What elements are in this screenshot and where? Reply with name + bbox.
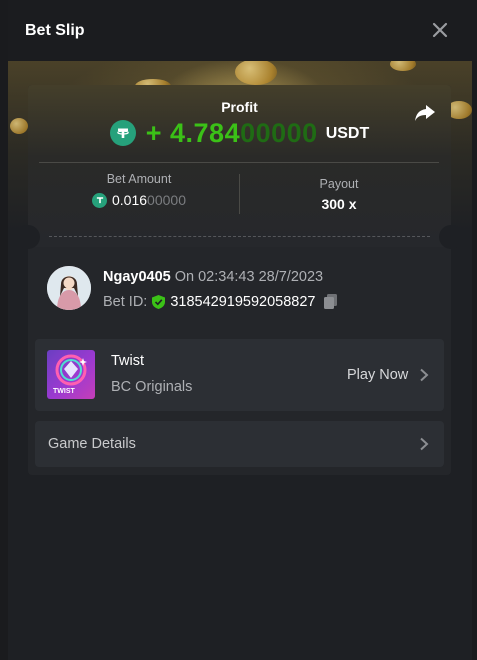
bet-amount-trailing: 00000 — [147, 192, 186, 208]
game-thumb-label: TWIST — [53, 388, 75, 395]
profit-amount: + 4.78400000 USDT — [28, 117, 451, 149]
ticket-perforation — [49, 236, 430, 237]
verified-shield-icon — [152, 294, 166, 309]
game-details-row[interactable]: Game Details — [35, 421, 444, 467]
user-line: Ngay0405 On 02:34:43 28/7/2023 — [103, 269, 323, 285]
profit-currency: USDT — [325, 125, 370, 142]
close-button[interactable] — [430, 20, 450, 40]
usdt-icon — [109, 120, 136, 146]
bet-user-info: Ngay0405 On 02:34:43 28/7/2023 Bet ID: 3… — [47, 266, 437, 314]
background-page-left — [0, 0, 8, 660]
usdt-icon — [92, 192, 107, 208]
profit-value-main: 4.784 — [170, 117, 241, 148]
game-thumbnail: TWIST — [47, 350, 95, 399]
avatar[interactable] — [47, 266, 91, 310]
background-page-right — [472, 0, 477, 660]
bet-amount-value: 0.01600000 — [112, 192, 186, 208]
ticket-notch-left — [16, 225, 40, 249]
payout-value: 300 x — [321, 196, 357, 212]
profit-value-trailing: 00000 — [240, 117, 318, 148]
ticket-notch-right — [439, 225, 463, 249]
payout-stat: Payout 300 x — [239, 177, 439, 212]
copy-icon[interactable] — [323, 293, 338, 310]
close-icon — [432, 22, 448, 38]
coin-decoration — [390, 61, 416, 71]
modal-header: Bet Slip — [8, 0, 477, 61]
chevron-right-icon — [420, 437, 429, 451]
modal-title: Bet Slip — [25, 22, 85, 39]
play-now-button[interactable]: Play Now — [347, 367, 408, 383]
bet-amount-label: Bet Amount — [106, 172, 172, 186]
game-row[interactable]: TWIST Twist BC Originals Play Now — [35, 339, 444, 411]
bet-amount-stat: Bet Amount 0.01600000 — [39, 172, 239, 208]
game-details-label: Game Details — [48, 436, 136, 452]
bet-id-row: Bet ID: 318542919592058827 — [103, 293, 338, 310]
username[interactable]: Ngay0405 — [103, 269, 171, 285]
game-name: Twist — [111, 353, 145, 369]
game-provider: BC Originals — [111, 379, 193, 395]
payout-label: Payout — [319, 177, 359, 191]
profit-sign: + — [145, 117, 171, 148]
divider — [39, 162, 439, 163]
bet-amount-main: 0.016 — [112, 192, 148, 208]
bet-time: On 02:34:43 28/7/2023 — [170, 269, 324, 285]
profit-label: Profit — [221, 99, 258, 115]
profit-value: + 4.78400000 — [146, 118, 318, 149]
chevron-right-icon — [420, 368, 429, 382]
coin-decoration — [10, 118, 28, 134]
profit-section: Profit + 4.78400000 USDT Bet Amount 0.01… — [28, 85, 451, 247]
bet-id-label: Bet ID: — [103, 293, 148, 310]
bet-id-value: 318542919592058827 — [170, 293, 316, 310]
bet-slip-modal: Bet Slip Profit + 4.78400000 USDT Bet Am… — [8, 0, 477, 660]
coin-decoration — [235, 61, 277, 85]
bet-card: Profit + 4.78400000 USDT Bet Amount 0.01… — [16, 85, 463, 475]
